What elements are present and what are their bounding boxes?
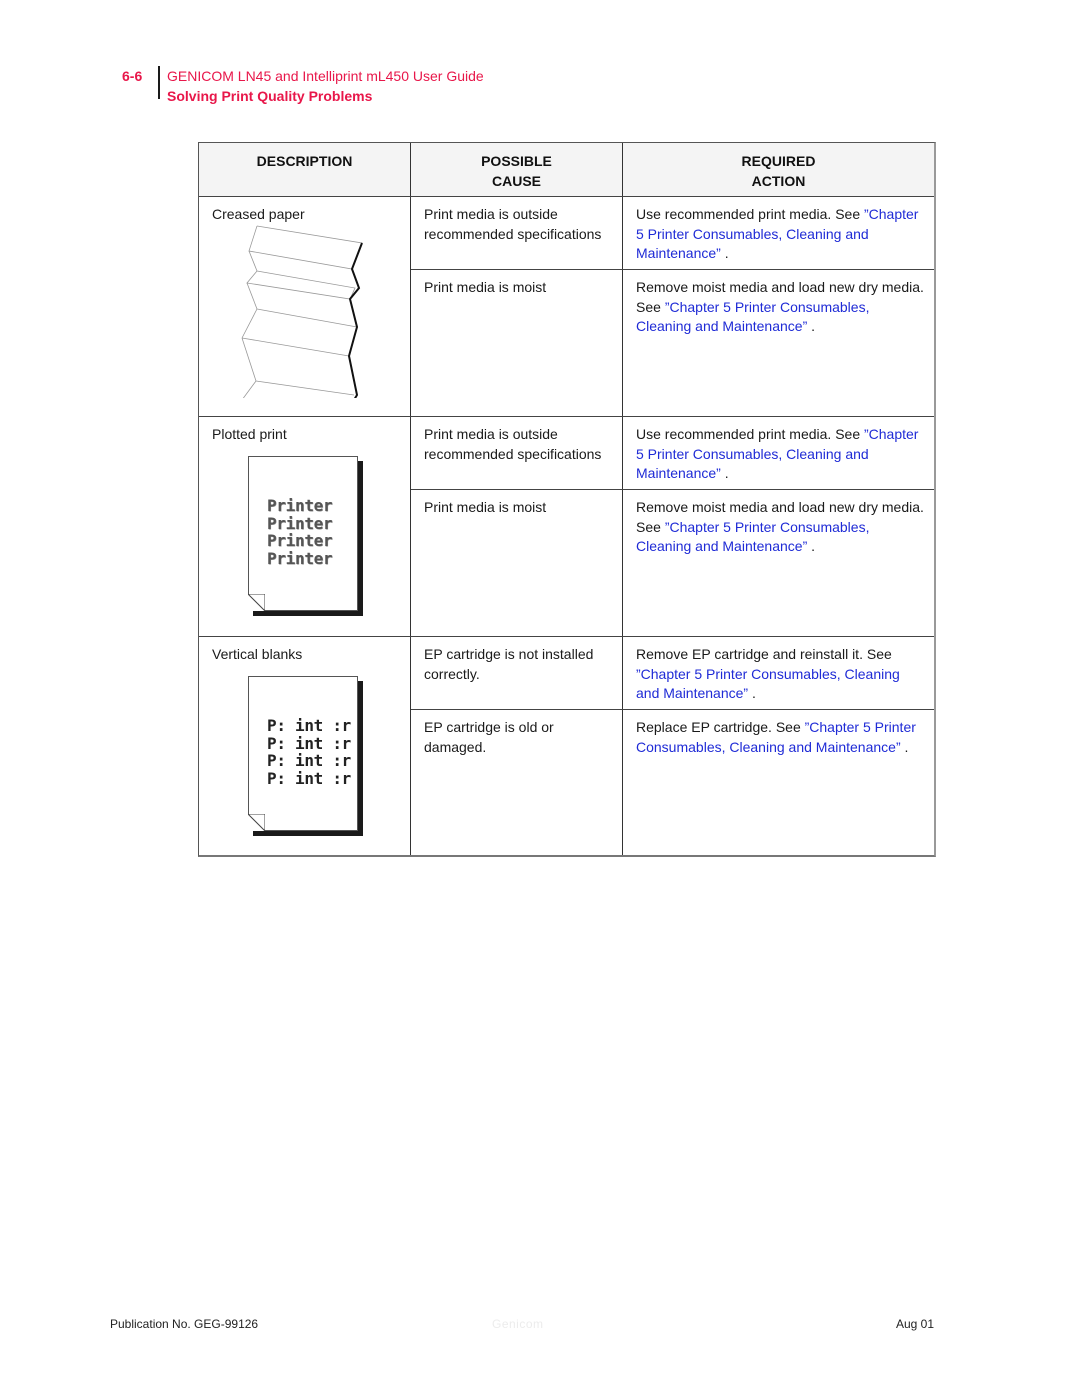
action-text: Replace EP cartridge. See [636,719,805,735]
table-row-group: Plotted print Printer Printer Printer Pr… [199,417,934,637]
print-sample: Printer Printer Printer Printer [267,496,333,568]
table-row-group: Creased paper Print media is outside rec… [199,197,934,417]
cause-cell: Print media is outside recommended speci… [411,417,623,489]
action-suffix: . [807,538,816,554]
action-suffix: . [720,465,729,481]
action-text: Use recommended print media. See [636,426,864,442]
chapter-5-link[interactable]: ”Chapter 5 Printer Consumables, Cleaning… [636,519,869,555]
column-header-text: DESCRIPTION [256,153,353,169]
table-row: EP cartridge is not installed correctly.… [411,637,934,710]
header-divider [158,66,160,99]
action-cell: Remove moist media and load new dry medi… [623,270,934,416]
print-sample-line: P: int :r [267,768,351,788]
table-row: EP cartridge is old or damaged. Replace … [411,710,934,855]
action-cell: Remove EP cartridge and reinstall it. Se… [623,637,934,709]
cause-cell: EP cartridge is old or damaged. [411,710,623,855]
print-sample-line: P: int :r [267,751,351,770]
print-sample-line: P: int :r [267,733,351,753]
table-row: Print media is moist Remove moist media … [411,270,934,416]
action-cell: Use recommended print media. See ”Chapte… [623,197,934,269]
publication-number: Publication No. GEG-99126 [110,1317,259,1331]
action-text: Remove EP cartridge and reinstall it. Se… [636,646,892,662]
action-cell: Use recommended print media. See ”Chapte… [623,417,934,489]
print-sample-line: Printer [267,513,333,533]
page-sheet: P: int :r P: int :r P: int :r P: int :r [248,676,358,831]
cause-cell: Print media is outside recommended speci… [411,197,623,269]
dog-ear-icon [248,594,265,611]
print-sample: P: int :r P: int :r P: int :r P: int :r [267,717,351,787]
vertical-blanks-icon: P: int :r P: int :r P: int :r P: int :r [245,673,365,838]
column-header-text: POSSIBLE [481,153,552,169]
print-sample-line: Printer [267,496,333,515]
description-cell: Plotted print Printer Printer Printer Pr… [199,417,411,636]
column-header-possible-cause: POSSIBLE CAUSE [411,143,623,196]
column-header-required-action: REQUIRED ACTION [623,143,934,196]
print-sample-line: P: int :r [267,716,351,735]
page-illustration: Printer Printer Printer Printer [248,456,363,616]
action-cell: Remove moist media and load new dry medi… [623,490,934,636]
chapter-5-link[interactable]: ”Chapter 5 Printer Consumables, Cleaning… [636,299,869,335]
section-title: Solving Print Quality Problems [167,88,373,104]
action-suffix: . [807,318,816,334]
cause-action-rows: EP cartridge is not installed correctly.… [411,637,934,855]
cause-cell: Print media is moist [411,270,623,416]
plotted-print-icon: Printer Printer Printer Printer [245,453,365,618]
cause-action-rows: Print media is outside recommended speci… [411,197,934,416]
page-sheet: Printer Printer Printer Printer [248,456,358,611]
print-sample-line: Printer [267,548,333,568]
column-header-text: ACTION [751,173,806,189]
description-cell: Creased paper [199,197,411,416]
troubleshooting-table: DESCRIPTION POSSIBLE CAUSE REQUIRED ACTI… [198,142,936,857]
table-row: Print media is outside recommended speci… [411,197,934,270]
cause-cell: EP cartridge is not installed correctly. [411,637,623,709]
print-sample-line: Printer [267,531,333,550]
column-header-description: DESCRIPTION [199,143,411,196]
column-header-text: REQUIRED [741,153,816,169]
page-illustration: P: int :r P: int :r P: int :r P: int :r [248,676,363,836]
page-number: 6-6 [122,68,143,84]
table-row: Print media is outside recommended speci… [411,417,934,490]
action-suffix: . [900,738,909,755]
description-cell: Vertical blanks P: int :r P: int :r P: i… [199,637,411,855]
action-suffix: . [748,685,756,701]
publication-date: Aug 01 [896,1317,935,1331]
footer-watermark: Genicom [492,1317,544,1331]
cause-cell: Print media is moist [411,490,623,636]
action-text: Use recommended print media. See [636,206,864,222]
table-row: Print media is moist Remove moist media … [411,490,934,636]
chapter-5-link[interactable]: ”Chapter 5 Printer Consumables, Cleaning… [636,666,900,702]
description-label: Plotted print [212,426,287,442]
description-label: Vertical blanks [212,646,303,662]
creased-paper-icon [241,225,363,398]
table-header-row: DESCRIPTION POSSIBLE CAUSE REQUIRED ACTI… [199,143,934,197]
table-row-group: Vertical blanks P: int :r P: int :r P: i… [199,637,934,855]
dog-ear-icon [248,814,265,831]
description-label: Creased paper [212,206,305,222]
action-cell: Replace EP cartridge. See ”Chapter 5 Pri… [623,710,934,855]
guide-title: GENICOM LN45 and Intelliprint mL450 User… [167,68,484,84]
action-suffix: . [720,245,729,261]
cause-action-rows: Print media is outside recommended speci… [411,417,934,636]
column-header-text: CAUSE [491,173,541,189]
